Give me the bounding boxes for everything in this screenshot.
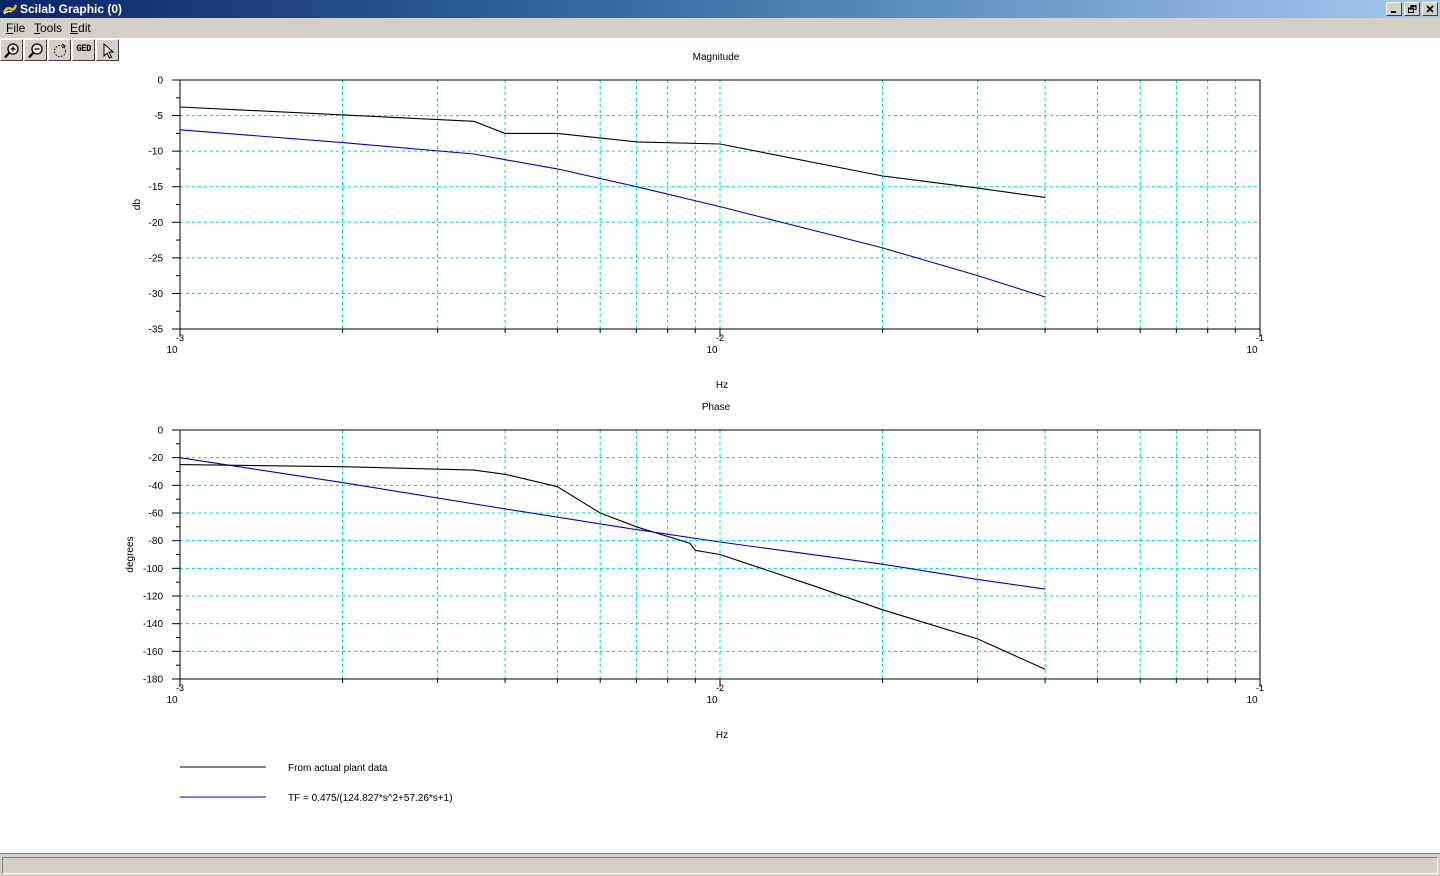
y-tick-label: 0 [157, 426, 163, 437]
bode-plot-canvas: 0-5-10-15-20-25-30-35-310-210-110Magnitu… [125, 52, 1264, 804]
x-tick-exponent: -3 [176, 333, 184, 343]
x-axis-label: Hz [716, 380, 728, 391]
chart-title: Phase [702, 402, 731, 413]
x-tick-base: 10 [706, 695, 718, 706]
y-tick-label: -160 [143, 647, 163, 658]
minimize-icon [1391, 11, 1396, 13]
phase-chart: 0 -20 -40 -60 -80 -100 -120 -140 -160 -180 -3 10 -2 1… [125, 402, 1264, 741]
close-button[interactable] [1422, 2, 1438, 16]
menu-file[interactable]: File [6, 21, 25, 35]
y-tick-label: -25 [149, 253, 164, 264]
x-tick-exponent: -3 [176, 683, 184, 693]
y-tick-label: -60 [149, 509, 164, 520]
legend: From actual plant data TF = 0.475/(124.82… [180, 763, 453, 804]
y-axis-label: degrees [125, 536, 136, 572]
legend-label: From actual plant data [288, 763, 388, 774]
status-field [2, 857, 1438, 874]
y-tick-label: -80 [149, 536, 164, 547]
menu-edit-label: dit [78, 21, 91, 35]
close-icon [1426, 5, 1434, 13]
x-tick-exponent: -1 [1256, 683, 1264, 693]
menu-edit-accel: E [70, 21, 79, 35]
y-tick-label: -40 [149, 481, 164, 492]
restore-icon [1407, 5, 1416, 13]
y-tick-label: -20 [149, 453, 164, 464]
y-tick-label: -10 [149, 147, 164, 158]
menu-tools-label: ools [40, 21, 63, 35]
menu-bar: File Tools Edit [0, 18, 1440, 38]
status-bar [0, 853, 1440, 876]
x-tick-exponent: -2 [716, 333, 724, 343]
menu-tools[interactable]: Tools [34, 21, 62, 35]
y-tick-label: -35 [149, 325, 164, 336]
legend-label: TF = 0.475/(124.827*s^2+57.26*s+1) [288, 793, 453, 804]
y-tick-label: -120 [143, 592, 163, 603]
x-axis-label: Hz [716, 730, 728, 741]
x-tick-base: 10 [1246, 695, 1258, 706]
magnitude-chart: 0 -5 -10 -15 -20 -25 -30 -35 -3 10 -2 10 -1 10 Magnitu… [132, 52, 1264, 391]
x-tick-exponent: -2 [716, 683, 724, 693]
y-axis-label: db [132, 199, 143, 211]
chart-title: Magnitude [693, 52, 740, 63]
y-tick-label: -30 [149, 289, 164, 300]
window-title: Scilab Graphic (0) [20, 2, 123, 16]
y-tick-label: -20 [149, 218, 164, 229]
window-controls [1386, 2, 1438, 16]
x-tick-base: 10 [166, 345, 178, 356]
y-tick-label: -15 [149, 182, 164, 193]
x-tick-exponent: -1 [1256, 333, 1264, 343]
x-tick-base: 10 [166, 695, 178, 706]
title-bar: Scilab Graphic (0) [0, 0, 1440, 18]
menu-file-label: ile [13, 21, 26, 35]
minimize-button[interactable] [1386, 2, 1402, 16]
y-tick-label: -5 [154, 111, 163, 122]
x-tick-base: 10 [1246, 345, 1258, 356]
menu-edit[interactable]: Edit [70, 21, 91, 35]
restore-button[interactable] [1404, 2, 1420, 16]
y-tick-label: -100 [143, 564, 163, 575]
scilab-app-icon[interactable] [3, 2, 17, 16]
y-tick-label: 0 [157, 76, 163, 87]
x-tick-base: 10 [706, 345, 718, 356]
y-tick-label: -140 [143, 619, 163, 630]
y-tick-label: -180 [143, 675, 163, 686]
